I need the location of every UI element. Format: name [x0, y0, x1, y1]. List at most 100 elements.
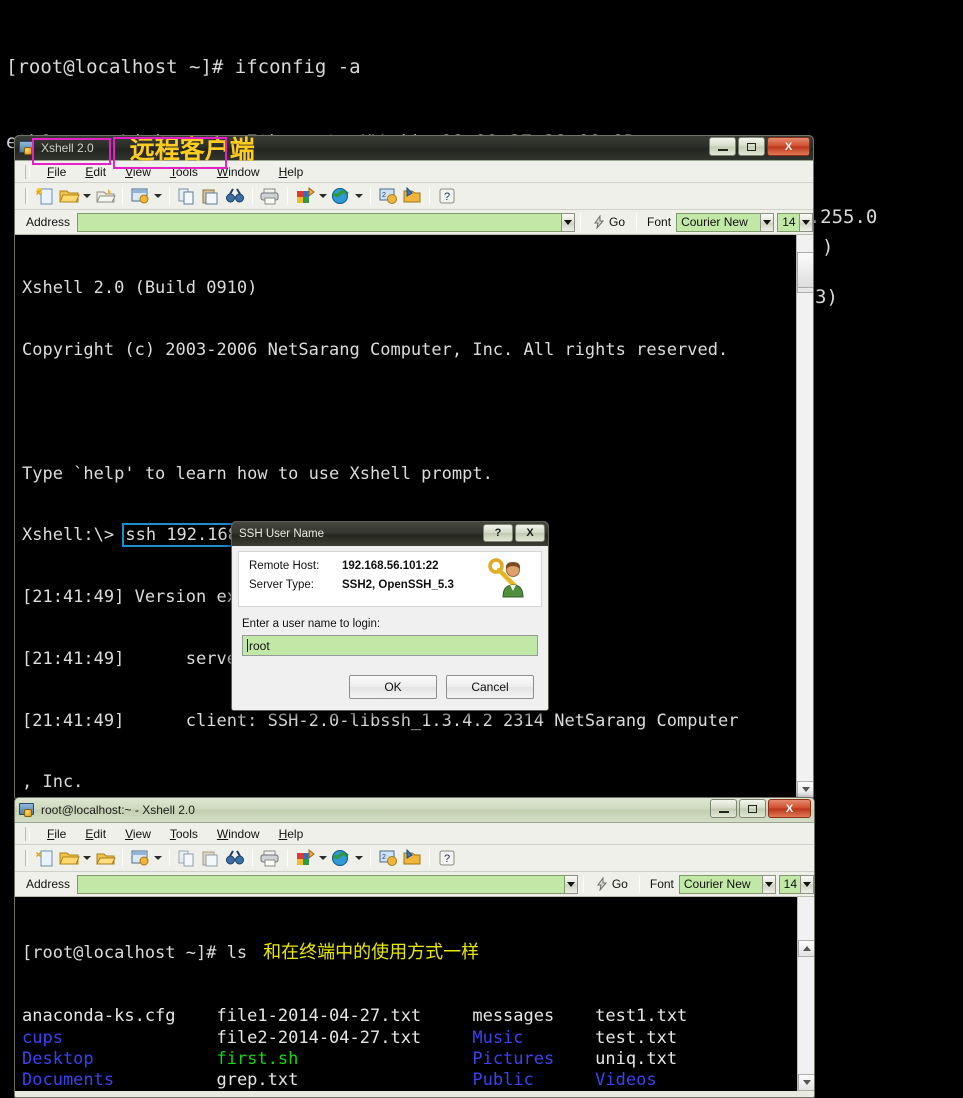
- transfer-icon[interactable]: 2: [376, 185, 400, 208]
- address-dropdown-caret[interactable]: [564, 874, 578, 894]
- font-family-input[interactable]: Courier New: [678, 874, 763, 894]
- globe-caret[interactable]: [353, 847, 365, 870]
- bottom-window-menubar[interactable]: File Edit View Tools Window Help: [15, 823, 814, 845]
- font-family-caret[interactable]: [760, 212, 775, 232]
- color-scheme-icon[interactable]: [293, 847, 317, 870]
- dialog-close-button[interactable]: X: [515, 524, 545, 542]
- scroll-down-arrow[interactable]: [798, 1074, 814, 1091]
- globe-caret[interactable]: [353, 185, 365, 208]
- address-dropdown-caret[interactable]: [561, 212, 576, 232]
- session-dropdown-caret[interactable]: [152, 847, 164, 870]
- xshell-session-window[interactable]: root@localhost:~ - Xshell 2.0 X File Edi…: [14, 797, 815, 1098]
- find-icon[interactable]: [223, 847, 247, 870]
- top-window-addressbar[interactable]: Address Go Font Courier New 14: [15, 210, 813, 235]
- print-icon[interactable]: [258, 185, 282, 208]
- toolbar-separator-6: [429, 849, 430, 867]
- menu-edit[interactable]: Edit: [77, 825, 114, 843]
- print-icon[interactable]: [258, 847, 282, 870]
- close-button[interactable]: X: [768, 799, 811, 818]
- globe-icon[interactable]: [329, 847, 353, 870]
- menu-window[interactable]: Window: [209, 825, 268, 843]
- session-manager-icon[interactable]: [128, 185, 152, 208]
- menu-tools[interactable]: Tools: [162, 825, 206, 843]
- font-size-caret[interactable]: [799, 212, 813, 232]
- cancel-button[interactable]: Cancel: [446, 675, 534, 699]
- ls-entry: first.sh: [216, 1049, 473, 1070]
- go-button[interactable]: Go: [589, 877, 634, 891]
- go-label: Go: [609, 215, 626, 229]
- session-manager-icon[interactable]: [128, 847, 152, 870]
- toolbar-separator-1: [122, 849, 123, 867]
- ls-entry: Videos: [595, 1070, 657, 1091]
- font-size-input[interactable]: 14: [777, 212, 801, 232]
- remote-host-value: 192.168.56.101:22: [342, 560, 439, 572]
- bottom-window-toolbar[interactable]: 2 ?: [15, 845, 814, 872]
- top-window-controls[interactable]: X: [709, 137, 810, 156]
- menu-help[interactable]: Help: [271, 825, 312, 843]
- ls-entry: messages: [472, 1006, 596, 1027]
- ssh-user-name-dialog[interactable]: SSH User Name ? X Remote Host: 192.168.5…: [231, 521, 549, 711]
- paste-icon[interactable]: [199, 185, 223, 208]
- dialog-action-row[interactable]: OK Cancel: [232, 656, 548, 710]
- open-session-icon[interactable]: [93, 847, 117, 870]
- help-icon[interactable]: ?: [435, 847, 459, 870]
- bottom-window-terminal[interactable]: [root@localhost ~]# ls 和在终端中的使用方式一样 anaco…: [15, 897, 814, 1091]
- address-label: Address: [26, 215, 71, 229]
- open-session-icon[interactable]: [93, 185, 117, 208]
- log-icon[interactable]: [400, 185, 424, 208]
- menu-help[interactable]: Help: [271, 163, 312, 181]
- go-button[interactable]: Go: [586, 215, 631, 229]
- top-window-terminal[interactable]: Xshell 2.0 (Build 0910) Copyright (c) 20…: [15, 235, 813, 798]
- top-window-toolbar[interactable]: 2 ?: [15, 183, 813, 210]
- globe-icon[interactable]: [329, 185, 353, 208]
- new-session-icon[interactable]: [33, 185, 57, 208]
- font-size-input[interactable]: 14: [778, 874, 802, 894]
- bottom-terminal-scrollbar[interactable]: [797, 897, 814, 1091]
- color-scheme-caret[interactable]: [317, 847, 329, 870]
- ls-entry: Desktop: [22, 1049, 217, 1070]
- maximize-button[interactable]: [738, 137, 765, 156]
- toolbar-separator-5: [370, 187, 371, 205]
- menu-file[interactable]: File: [39, 825, 74, 843]
- open-folder-dropdown-caret[interactable]: [81, 847, 93, 870]
- paste-icon[interactable]: [199, 847, 223, 870]
- help-icon[interactable]: ?: [435, 185, 459, 208]
- menu-edit[interactable]: Edit: [77, 163, 114, 181]
- font-size-caret[interactable]: [800, 874, 814, 894]
- bottom-window-addressbar[interactable]: Address Go Font Courier New 14: [15, 872, 814, 897]
- minimize-button[interactable]: [710, 799, 737, 818]
- scroll-down-arrow[interactable]: [797, 781, 813, 798]
- scroll-up-arrow[interactable]: [798, 939, 814, 957]
- transfer-icon[interactable]: 2: [376, 847, 400, 870]
- minimize-button[interactable]: [709, 137, 736, 156]
- color-scheme-icon[interactable]: [293, 185, 317, 208]
- open-folder-dropdown-caret[interactable]: [81, 185, 93, 208]
- scroll-thumb[interactable]: [797, 252, 813, 288]
- top-terminal-scrollbar[interactable]: [796, 235, 813, 798]
- ok-button[interactable]: OK: [349, 675, 437, 699]
- color-scheme-caret[interactable]: [317, 185, 329, 208]
- bottom-window-titlebar[interactable]: root@localhost:~ - Xshell 2.0 X: [15, 798, 814, 823]
- maximize-button[interactable]: [739, 799, 766, 818]
- dialog-window-controls[interactable]: ? X: [483, 524, 545, 542]
- copy-icon[interactable]: [175, 847, 199, 870]
- address-input[interactable]: [77, 874, 566, 894]
- close-button[interactable]: X: [767, 137, 810, 156]
- bottom-window-controls[interactable]: X: [710, 799, 811, 818]
- dialog-help-button[interactable]: ?: [483, 524, 513, 542]
- menu-view[interactable]: View: [117, 825, 159, 843]
- username-input[interactable]: root: [242, 635, 538, 656]
- address-input[interactable]: [77, 212, 563, 232]
- open-folder-icon[interactable]: [57, 185, 81, 208]
- new-session-icon[interactable]: [33, 847, 57, 870]
- ls-entry: Documents: [22, 1070, 217, 1091]
- font-family-caret[interactable]: [761, 874, 776, 894]
- menu-file[interactable]: File: [39, 163, 74, 181]
- log-icon[interactable]: [400, 847, 424, 870]
- open-folder-icon[interactable]: [57, 847, 81, 870]
- dialog-titlebar[interactable]: SSH User Name ? X: [232, 522, 548, 546]
- font-family-input[interactable]: Courier New: [676, 212, 762, 232]
- session-dropdown-caret[interactable]: [152, 185, 164, 208]
- copy-icon[interactable]: [175, 185, 199, 208]
- find-icon[interactable]: [223, 185, 247, 208]
